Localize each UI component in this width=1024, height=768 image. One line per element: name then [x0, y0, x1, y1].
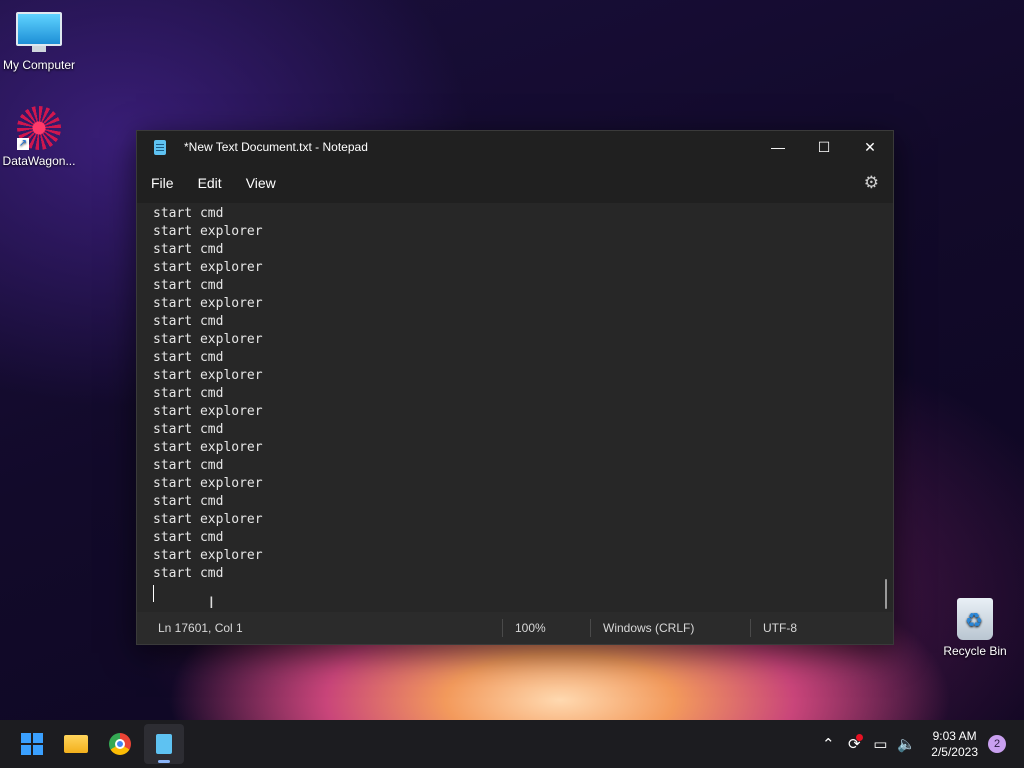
notepad-icon [154, 139, 166, 155]
recycle-bin-icon: ♻ [957, 598, 993, 640]
editor-line: start cmd [153, 458, 224, 473]
desktop-icon-recycle-bin[interactable]: ♻ Recycle Bin [936, 598, 1014, 658]
status-bar: Ln 17601, Col 1 100% Windows (CRLF) UTF-… [137, 612, 893, 644]
sync-icon[interactable]: ⟳ [841, 734, 867, 753]
editor-line: start explorer [153, 296, 263, 311]
vertical-scrollbar[interactable] [885, 579, 887, 609]
editor-line: start cmd [153, 566, 224, 581]
maximize-button[interactable]: ☐ [801, 131, 847, 163]
editor-line: start explorer [153, 224, 263, 239]
menu-edit[interactable]: Edit [186, 167, 234, 199]
cursor-position: Ln 17601, Col 1 [158, 621, 243, 635]
monitor-icon [16, 12, 62, 52]
desktop-icon-datawagon[interactable]: ↗ DataWagon... [0, 106, 78, 168]
taskbar-notepad[interactable] [144, 724, 184, 764]
volume-icon[interactable]: 🔈 [893, 735, 919, 753]
datawagon-icon: ↗ [17, 106, 61, 150]
editor-line: start explorer [153, 332, 263, 347]
close-button[interactable]: ✕ [847, 131, 893, 163]
taskbar-chrome[interactable] [100, 724, 140, 764]
clock[interactable]: 9:03 AM 2/5/2023 [931, 728, 978, 760]
editor-line: start cmd [153, 206, 224, 221]
chevron-up-icon[interactable]: ⌃ [815, 735, 841, 753]
ibeam-cursor-icon: I [209, 593, 214, 612]
taskbar: ⌃ ⟳ ▭ 🔈 9:03 AM 2/5/2023 2 [0, 720, 1024, 768]
encoding: UTF-8 [750, 619, 797, 637]
chrome-icon [109, 733, 131, 755]
line-ending: Windows (CRLF) [590, 619, 750, 637]
editor-lines: start cmd start explorer start cmd start… [137, 203, 893, 583]
system-tray: ⌃ ⟳ ▭ 🔈 9:03 AM 2/5/2023 2 [815, 720, 1024, 768]
folder-icon [64, 735, 88, 753]
settings-gear-icon[interactable]: ⚙ [864, 173, 879, 193]
minimize-button[interactable]: — [755, 131, 801, 163]
editor-line: start cmd [153, 350, 224, 365]
editor-line: start explorer [153, 476, 263, 491]
clock-date: 2/5/2023 [931, 745, 978, 759]
menu-file[interactable]: File [139, 167, 186, 199]
menu-view[interactable]: View [234, 167, 288, 199]
editor-line: start explorer [153, 260, 263, 275]
editor-line: start cmd [153, 530, 224, 545]
desktop-icon-label: My Computer [2, 58, 76, 72]
notepad-window: *New Text Document.txt - Notepad — ☐ ✕ F… [136, 130, 894, 645]
zoom-level: 100% [502, 619, 590, 637]
desktop-icon-label: Recycle Bin [943, 644, 1007, 658]
editor-line: start cmd [153, 422, 224, 437]
start-button[interactable] [12, 724, 52, 764]
text-editor[interactable]: start cmd start explorer start cmd start… [137, 203, 893, 612]
network-icon[interactable]: ▭ [867, 735, 893, 753]
editor-line: start explorer [153, 440, 263, 455]
editor-line: start explorer [153, 512, 263, 527]
notepad-icon [156, 734, 172, 754]
desktop-icon-my-computer[interactable]: My Computer [0, 12, 78, 72]
windows-logo-icon [21, 733, 43, 755]
taskbar-file-explorer[interactable] [56, 724, 96, 764]
desktop-icon-label: DataWagon... [2, 154, 76, 168]
window-title: *New Text Document.txt - Notepad [184, 140, 368, 154]
editor-line: start cmd [153, 278, 224, 293]
shortcut-arrow-icon: ↗ [17, 138, 29, 150]
text-caret [153, 585, 154, 602]
notification-badge[interactable]: 2 [988, 735, 1006, 753]
menu-bar: File Edit View ⚙ [137, 163, 893, 203]
editor-line: start cmd [153, 242, 224, 257]
clock-time: 9:03 AM [932, 729, 977, 743]
editor-line: start explorer [153, 368, 263, 383]
title-bar[interactable]: *New Text Document.txt - Notepad — ☐ ✕ [137, 131, 893, 163]
editor-line: start cmd [153, 314, 224, 329]
editor-line: start cmd [153, 494, 224, 509]
editor-line: start cmd [153, 386, 224, 401]
editor-line: start explorer [153, 404, 263, 419]
editor-line: start explorer [153, 548, 263, 563]
